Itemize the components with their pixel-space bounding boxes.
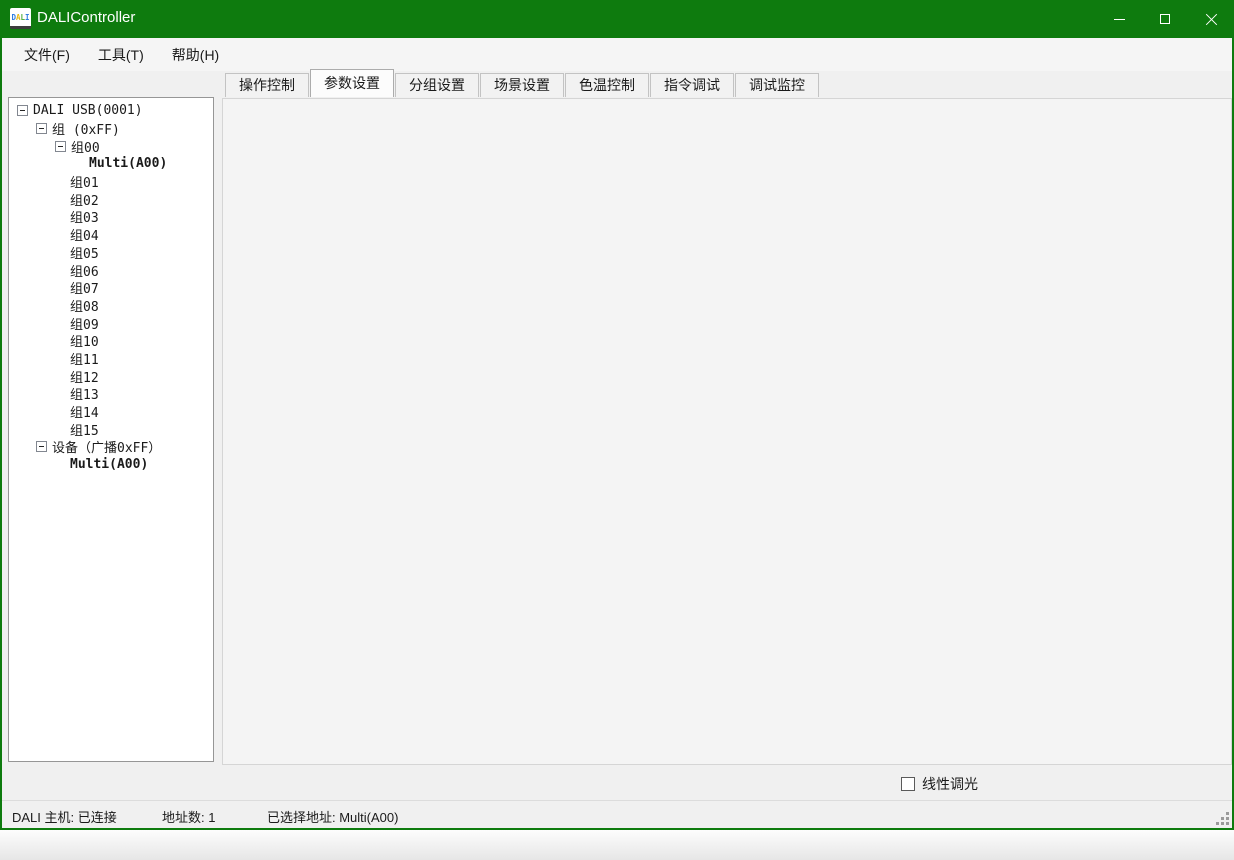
- desktop-background: [0, 830, 1234, 860]
- resize-grip-icon[interactable]: [1226, 822, 1229, 825]
- tree-item-label: 设备（广播0xFF）: [52, 437, 161, 456]
- tree-item-label: DALI USB(0001): [33, 103, 143, 118]
- tree-item-label: 组00: [71, 137, 100, 156]
- statusbar-host: DALI 主机: 已连接: [12, 807, 117, 826]
- tree-expander-icon[interactable]: [36, 441, 47, 452]
- tree-item[interactable]: 组01: [9, 173, 213, 191]
- tree-item-label: 组06: [70, 261, 99, 280]
- device-tree: DALI USB(0001)组 (0xFF)组00Multi(A00)组01组0…: [8, 97, 214, 762]
- close-icon: [1205, 13, 1218, 26]
- maximize-icon: [1160, 14, 1170, 24]
- tab-strip: 操作控制参数设置分组设置场景设置色温控制指令调试调试监控: [225, 73, 820, 101]
- status-bar: DALI 主机: 已连接 地址数: 1 已选择地址: Multi(A00): [2, 800, 1232, 828]
- menu-help[interactable]: 帮助(H): [158, 41, 233, 69]
- tree-item-label: 组10: [70, 331, 99, 350]
- window-title: DALIController: [37, 9, 135, 26]
- tree-item-label: 组15: [70, 420, 99, 439]
- tab-3[interactable]: 场景设置: [480, 73, 564, 97]
- tree-item-label: 组01: [70, 172, 99, 191]
- checkbox-label: 线性调光: [922, 774, 978, 794]
- tree-item-label: 组 (0xFF): [52, 119, 120, 138]
- tree-item[interactable]: 组 (0xFF): [9, 120, 213, 138]
- tree-item[interactable]: Multi(A00): [9, 155, 213, 173]
- maximize-button[interactable]: [1142, 0, 1188, 38]
- tree-item[interactable]: Multi(A00): [9, 456, 213, 474]
- tree-item[interactable]: 组05: [9, 244, 213, 262]
- minimize-button[interactable]: [1096, 0, 1142, 38]
- menu-tools[interactable]: 工具(T): [84, 41, 158, 69]
- tree-item-label: 组04: [70, 225, 99, 244]
- tab-0[interactable]: 操作控制: [225, 73, 309, 97]
- tree-item-label: Multi(A00): [89, 156, 167, 171]
- linear-dimming-checkbox[interactable]: 线性调光: [901, 775, 978, 793]
- tree-item[interactable]: 组09: [9, 314, 213, 332]
- tree-item-label: 组12: [70, 367, 99, 386]
- tab-4[interactable]: 色温控制: [565, 73, 649, 97]
- tree-item-label: 组11: [70, 349, 99, 368]
- tree-item[interactable]: DALI USB(0001): [9, 102, 213, 120]
- tree-item-label: Multi(A00): [70, 457, 148, 472]
- title-bar: DALI DALIController: [0, 0, 1234, 38]
- tree-expander-icon[interactable]: [17, 105, 28, 116]
- tab-6[interactable]: 调试监控: [735, 73, 819, 97]
- minimize-icon: [1114, 19, 1125, 20]
- tree-item[interactable]: 组03: [9, 208, 213, 226]
- menu-bar: 文件(F) 工具(T) 帮助(H): [2, 38, 1232, 71]
- tree-item[interactable]: 组02: [9, 190, 213, 208]
- tree-item-label: 组14: [70, 402, 99, 421]
- tab-5[interactable]: 指令调试: [650, 73, 734, 97]
- tree-item-label: 组07: [70, 278, 99, 297]
- tree-item[interactable]: 组04: [9, 226, 213, 244]
- tree-item-label: 组05: [70, 243, 99, 262]
- tree-expander-icon[interactable]: [36, 123, 47, 134]
- tree-item[interactable]: 组11: [9, 350, 213, 368]
- menu-file[interactable]: 文件(F): [10, 41, 84, 69]
- tree-item-label: 组02: [70, 190, 99, 209]
- tree-expander-icon[interactable]: [55, 141, 66, 152]
- app-icon: DALI: [10, 8, 31, 29]
- statusbar-selected-address: 已选择地址: Multi(A00): [267, 807, 398, 826]
- tab-page-parameters: [222, 98, 1232, 765]
- tree-item-label: 组03: [70, 207, 99, 226]
- tree-item-label: 组13: [70, 384, 99, 403]
- tree-item[interactable]: 组14: [9, 403, 213, 421]
- tree-item[interactable]: 设备（广播0xFF）: [9, 438, 213, 456]
- tree-item-label: 组09: [70, 314, 99, 333]
- tree-item-label: 组08: [70, 296, 99, 315]
- tab-2[interactable]: 分组设置: [395, 73, 479, 97]
- tree-item[interactable]: 组13: [9, 385, 213, 403]
- window-border-left: [0, 38, 2, 830]
- tree-item[interactable]: 组15: [9, 420, 213, 438]
- tab-1[interactable]: 参数设置: [310, 69, 394, 97]
- tree-item[interactable]: 组00: [9, 137, 213, 155]
- statusbar-address-count: 地址数: 1: [162, 807, 215, 826]
- tree-item[interactable]: 组10: [9, 332, 213, 350]
- tree-item[interactable]: 组07: [9, 279, 213, 297]
- close-button[interactable]: [1188, 0, 1234, 38]
- tree-item[interactable]: 组06: [9, 261, 213, 279]
- checkbox-icon: [901, 777, 915, 791]
- tree-item[interactable]: 组08: [9, 297, 213, 315]
- tree-item[interactable]: 组12: [9, 367, 213, 385]
